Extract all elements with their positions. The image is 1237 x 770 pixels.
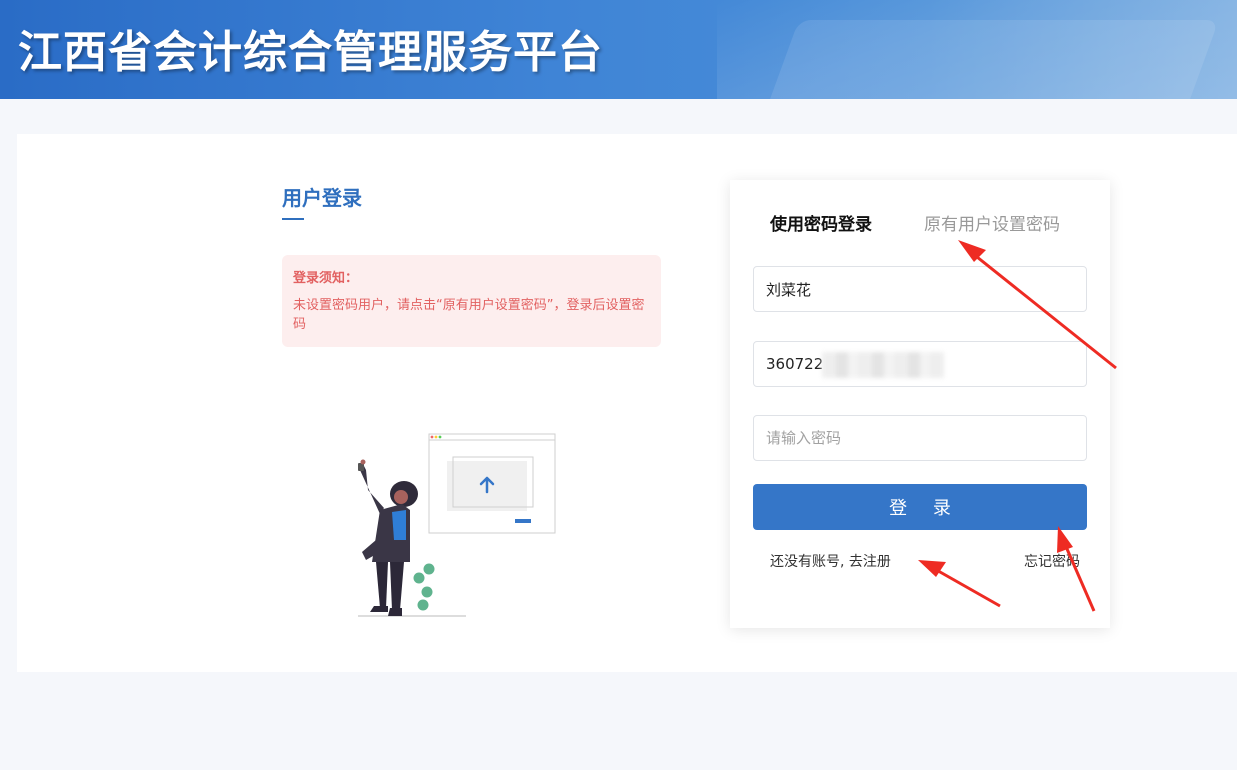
register-link[interactable]: 还没有账号, 去注册 [770, 551, 891, 571]
password-input[interactable] [753, 415, 1087, 461]
platform-title: 江西省会计综合管理服务平台 [18, 27, 603, 78]
login-button[interactable]: 登 录 [753, 484, 1087, 530]
header-banner: 江西省会计综合管理服务平台 [0, 0, 1237, 99]
user-login-heading: 用户登录 [282, 186, 362, 210]
tab-set-password[interactable]: 原有用户设置密码 [924, 210, 1060, 235]
login-notice: 登录须知： 未设置密码用户，请点击“原有用户设置密码”，登录后设置密码 [282, 255, 661, 347]
forgot-password-link[interactable]: 忘记密码 [1024, 551, 1080, 571]
main-card: 用户登录 登录须知： 未设置密码用户，请点击“原有用户设置密码”，登录后设置密码 [17, 134, 1237, 672]
tab-password-login[interactable]: 使用密码登录 [770, 210, 872, 235]
username-input[interactable] [753, 266, 1087, 312]
login-panel: 使用密码登录 原有用户设置密码 登 录 还没有账号, 去注册 忘记密码 [730, 180, 1110, 628]
banner-gradient [717, 0, 1237, 99]
login-illustration [358, 433, 556, 617]
redaction-blur [822, 352, 944, 378]
notice-title: 登录须知： [293, 271, 359, 286]
heading-underline [282, 218, 304, 220]
notice-text: 未设置密码用户，请点击“原有用户设置密码”，登录后设置密码 [293, 298, 645, 332]
